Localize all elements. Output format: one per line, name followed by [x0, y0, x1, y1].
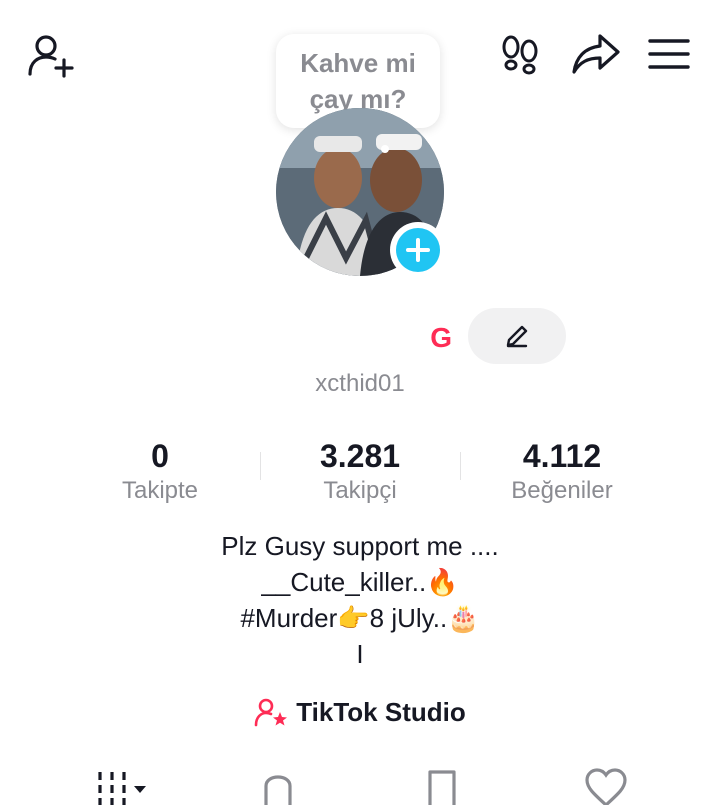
bio-line: __Cute_killer..🔥 [261, 567, 459, 597]
tiktok-studio-link[interactable]: TikTok Studio [240, 694, 480, 730]
stat-followers[interactable]: 3.281 Takipçi [260, 436, 460, 506]
add-friend-icon[interactable] [26, 32, 78, 80]
bio-line: I [356, 639, 364, 669]
tab-videos[interactable] [76, 766, 176, 805]
note-bubble-dot [381, 145, 389, 153]
bio-line: #Murder👉8 jUly..🎂 [240, 603, 480, 633]
bookmark-icon [422, 766, 462, 805]
stat-likes[interactable]: 4.112 Beğeniler [462, 436, 662, 506]
bio-line: Plz Gusy support me .... [221, 531, 499, 561]
note-text: Kahve mi çay mı? [300, 48, 416, 114]
add-avatar-button[interactable] [390, 222, 446, 278]
edit-profile-button[interactable] [468, 308, 566, 364]
pencil-icon [503, 322, 531, 350]
grid-icon [94, 766, 158, 805]
studio-label: TikTok Studio [296, 696, 466, 727]
footprints-icon[interactable] [496, 32, 544, 80]
tab-saved[interactable] [410, 766, 474, 805]
username: xcthid01 [315, 370, 405, 397]
tab-liked[interactable] [574, 766, 638, 805]
display-name: G [276, 318, 452, 358]
menu-icon[interactable] [646, 34, 692, 74]
share-icon[interactable] [570, 30, 622, 78]
stat-divider [460, 452, 461, 480]
plus-icon [396, 228, 440, 272]
heart-icon [584, 766, 628, 805]
bio: Plz Gusy support me .... __Cute_killer..… [110, 528, 610, 672]
stat-following[interactable]: 0 Takipte [60, 436, 260, 506]
tab-private[interactable] [246, 766, 310, 805]
lock-icon [258, 766, 298, 805]
creator-star-icon [254, 697, 288, 727]
